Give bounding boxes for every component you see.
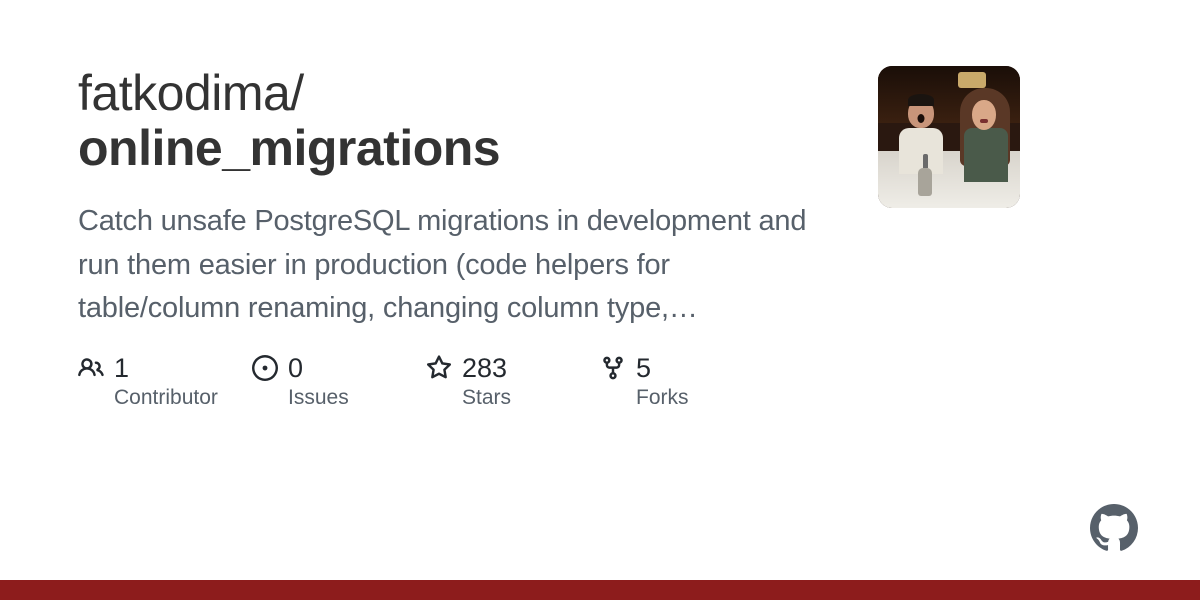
stat-issues-value: 0	[288, 353, 303, 384]
repo-card: fatkodima/ online_migrations Catch unsaf…	[0, 0, 1200, 410]
stat-issues[interactable]: 0 Issues	[252, 353, 402, 410]
stat-forks-value: 5	[636, 353, 651, 384]
stat-issues-label: Issues	[288, 386, 349, 410]
repo-description: Catch unsafe PostgreSQL migrations in de…	[78, 200, 838, 331]
repo-owner-slash: /	[290, 65, 303, 121]
accent-bar	[0, 580, 1200, 600]
owner-avatar[interactable]	[878, 66, 1020, 410]
star-icon	[426, 355, 452, 381]
avatar-image	[878, 66, 1020, 208]
repo-main: fatkodima/ online_migrations Catch unsaf…	[78, 66, 838, 410]
stat-stars-label: Stars	[462, 386, 511, 410]
repo-owner: fatkodima	[78, 65, 290, 121]
stat-forks[interactable]: 5 Forks	[600, 353, 750, 410]
repo-stats: 1 Contributor 0 Issues 283 Stars	[78, 353, 838, 410]
stat-forks-label: Forks	[636, 386, 689, 410]
fork-icon	[600, 355, 626, 381]
repo-title[interactable]: fatkodima/ online_migrations	[78, 66, 838, 176]
repo-name: online_migrations	[78, 120, 500, 176]
stat-contributors-value: 1	[114, 353, 129, 384]
github-logo-icon[interactable]	[1090, 504, 1138, 552]
stat-stars[interactable]: 283 Stars	[426, 353, 576, 410]
stat-contributors-label: Contributor	[114, 386, 218, 410]
issue-icon	[252, 355, 278, 381]
people-icon	[78, 355, 104, 381]
stat-stars-value: 283	[462, 353, 507, 384]
stat-contributors[interactable]: 1 Contributor	[78, 353, 228, 410]
